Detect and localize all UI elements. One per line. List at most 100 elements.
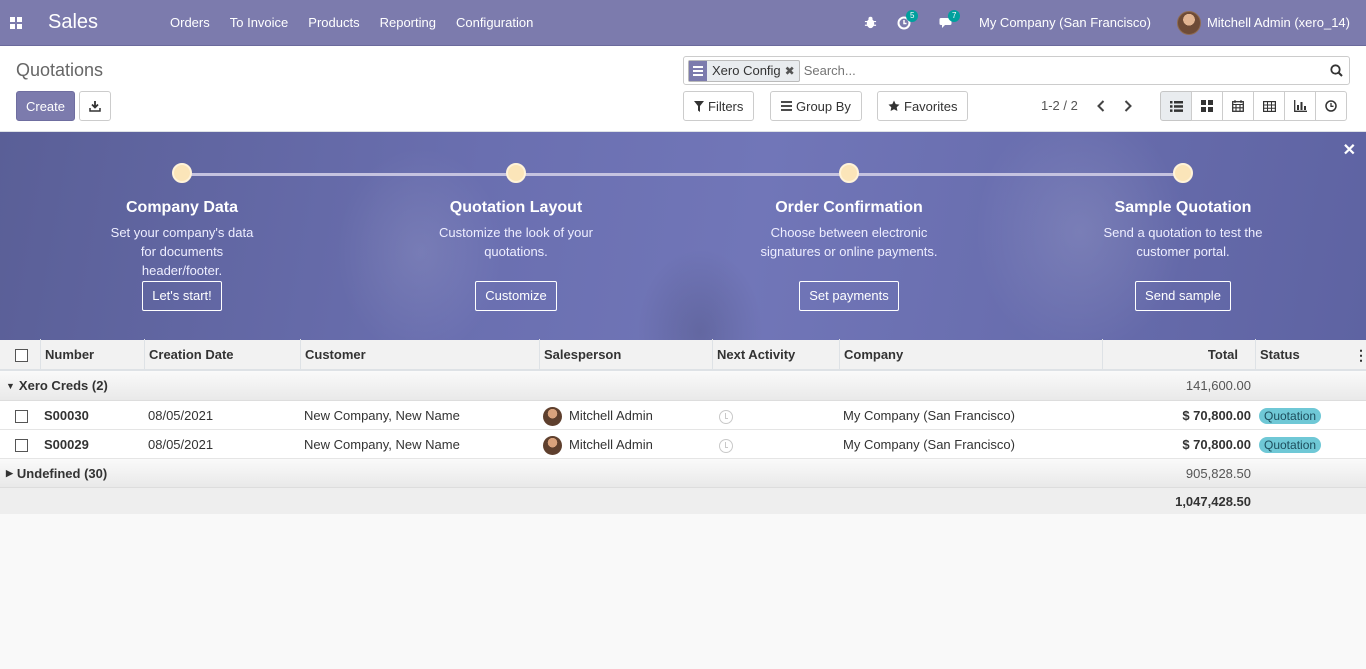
row-customer: New Company, New Name — [304, 437, 460, 452]
activity-clock-icon[interactable] — [719, 409, 733, 424]
onboarding-banner: ✕ Company Data Set your company's data f… — [0, 132, 1366, 340]
group-by-button[interactable]: Group By — [770, 91, 862, 121]
pager-value[interactable]: 1-2 / 2 — [1041, 98, 1078, 113]
activity-count-badge: 5 — [905, 9, 919, 22]
set-payments-button[interactable]: Set payments — [799, 281, 899, 311]
row-number: S00030 — [44, 408, 89, 423]
debug-bug-icon[interactable] — [864, 16, 877, 29]
search-facet: Xero Config ✖ — [688, 59, 800, 82]
messages-count-badge: 7 — [947, 9, 961, 22]
step-title: Company Data — [125, 199, 239, 216]
step-dot — [172, 163, 192, 183]
onboarding-step-order-confirmation: Order Confirmation Choose between electr… — [739, 163, 959, 311]
kanban-view-icon[interactable] — [1191, 91, 1223, 121]
view-switcher — [1160, 91, 1347, 121]
group-total: 141,600.00 — [1185, 378, 1251, 393]
caret-right-icon: ▶ — [6, 467, 13, 478]
pager-previous-icon[interactable] — [1093, 96, 1109, 116]
step-description: Customize the look of your quotations. — [439, 225, 593, 259]
activity-view-icon[interactable] — [1315, 91, 1347, 121]
optional-columns-kebab-icon[interactable]: ⋮ — [1354, 348, 1366, 362]
download-icon — [89, 101, 101, 112]
pager-next-icon[interactable] — [1120, 96, 1136, 116]
filter-list-icon — [689, 60, 707, 81]
group-row-undefined[interactable]: ▶ Undefined (30) 905,828.50 — [0, 459, 1366, 488]
column-salesperson[interactable]: Salesperson — [540, 339, 713, 370]
column-next-activity[interactable]: Next Activity — [713, 339, 840, 370]
create-button[interactable]: Create — [16, 91, 75, 121]
column-customer[interactable]: Customer — [301, 339, 540, 370]
group-label: Undefined (30) — [16, 465, 108, 481]
graph-view-icon[interactable] — [1284, 91, 1316, 121]
filter-funnel-icon — [694, 100, 704, 112]
activity-clock-icon[interactable] — [719, 438, 733, 453]
list-view-icon[interactable] — [1160, 91, 1192, 121]
row-total: $ 70,800.00 — [1182, 437, 1251, 452]
close-icon[interactable]: ✕ — [1343, 140, 1356, 160]
column-status[interactable]: Status — [1256, 339, 1354, 370]
menu-products[interactable]: Products — [298, 0, 369, 46]
apps-menu-icon[interactable] — [0, 0, 32, 46]
table-row[interactable]: S00030 08/05/2021 New Company, New Name … — [0, 401, 1366, 430]
search-icon[interactable] — [1323, 57, 1349, 84]
column-total[interactable]: Total — [1103, 339, 1256, 370]
onboarding-step-quotation-layout: Quotation Layout Customize the look of y… — [406, 163, 626, 311]
messages-chat-icon[interactable]: 7 — [939, 9, 961, 30]
quotations-list: Number Creation Date Customer Salesperso… — [0, 339, 1366, 514]
grand-total: 1,047,428.50 — [1175, 493, 1251, 509]
customize-button[interactable]: Customize — [475, 281, 557, 311]
row-checkbox[interactable] — [15, 410, 28, 424]
company-switcher[interactable]: My Company (San Francisco) — [979, 15, 1151, 30]
column-creation-date[interactable]: Creation Date — [145, 339, 301, 370]
pivot-view-icon[interactable] — [1253, 91, 1285, 121]
table-row[interactable]: S00029 08/05/2021 New Company, New Name … — [0, 430, 1366, 459]
table-header: Number Creation Date Customer Salesperso… — [0, 339, 1366, 371]
calendar-view-icon[interactable] — [1222, 91, 1254, 121]
row-checkbox[interactable] — [15, 439, 28, 453]
activity-clock-icon[interactable]: 5 — [897, 9, 919, 30]
row-company: My Company (San Francisco) — [843, 437, 1015, 452]
control-panel: Quotations Create Xero Config ✖ Filters … — [0, 46, 1366, 132]
step-description: Set your company's data for documents he… — [110, 225, 254, 278]
row-date: 08/05/2021 — [148, 437, 214, 452]
column-number[interactable]: Number — [41, 339, 145, 370]
step-description: Send a quotation to test the customer po… — [1103, 225, 1263, 259]
user-avatar — [1176, 10, 1201, 35]
caret-down-icon: ▼ — [6, 380, 15, 391]
salesperson-name: Mitchell Admin — [569, 408, 653, 423]
onboarding-progress-line — [182, 173, 1183, 176]
menu-orders[interactable]: Orders — [160, 0, 220, 46]
menu-to-invoice[interactable]: To Invoice — [220, 0, 299, 46]
search-input[interactable] — [803, 63, 1323, 78]
row-activity — [719, 401, 733, 430]
step-title: Sample Quotation — [1114, 199, 1252, 216]
menu-reporting[interactable]: Reporting — [370, 0, 446, 46]
send-sample-button[interactable]: Send sample — [1135, 281, 1231, 311]
group-label: Xero Creds (2) — [18, 378, 108, 393]
step-title: Quotation Layout — [449, 199, 583, 216]
group-row-xero-creds[interactable]: ▼ Xero Creds (2) 141,600.00 — [0, 371, 1366, 401]
group-by-bars-icon — [781, 101, 792, 111]
row-customer: New Company, New Name — [304, 408, 460, 423]
status-badge: Quotation — [1259, 408, 1322, 424]
column-company[interactable]: Company — [840, 339, 1103, 370]
row-salesperson: Mitchell Admin — [543, 401, 653, 430]
lets-start-button[interactable]: Let's start! — [142, 281, 222, 311]
navbar-systray: 5 7 My Company (San Francisco) Mitchell … — [854, 0, 1366, 46]
favorites-label: Favorites — [904, 98, 958, 114]
facet-remove-icon[interactable]: ✖ — [785, 64, 795, 78]
row-salesperson: Mitchell Admin — [543, 430, 653, 459]
menu-configuration[interactable]: Configuration — [446, 0, 543, 46]
group-total: 905,828.50 — [1185, 465, 1251, 481]
row-number: S00029 — [44, 437, 89, 452]
export-download-button[interactable] — [79, 91, 111, 121]
filters-button[interactable]: Filters — [683, 91, 755, 121]
row-company: My Company (San Francisco) — [843, 408, 1015, 423]
favorites-button[interactable]: Favorites — [877, 91, 969, 121]
grand-total-row: 1,047,428.50 — [0, 488, 1366, 514]
select-all-checkbox[interactable] — [15, 349, 28, 363]
user-menu[interactable]: Mitchell Admin (xero_14) — [1176, 10, 1350, 35]
group-by-label: Group By — [796, 98, 851, 114]
row-select-cell — [15, 430, 28, 459]
app-name[interactable]: Sales — [48, 11, 144, 34]
